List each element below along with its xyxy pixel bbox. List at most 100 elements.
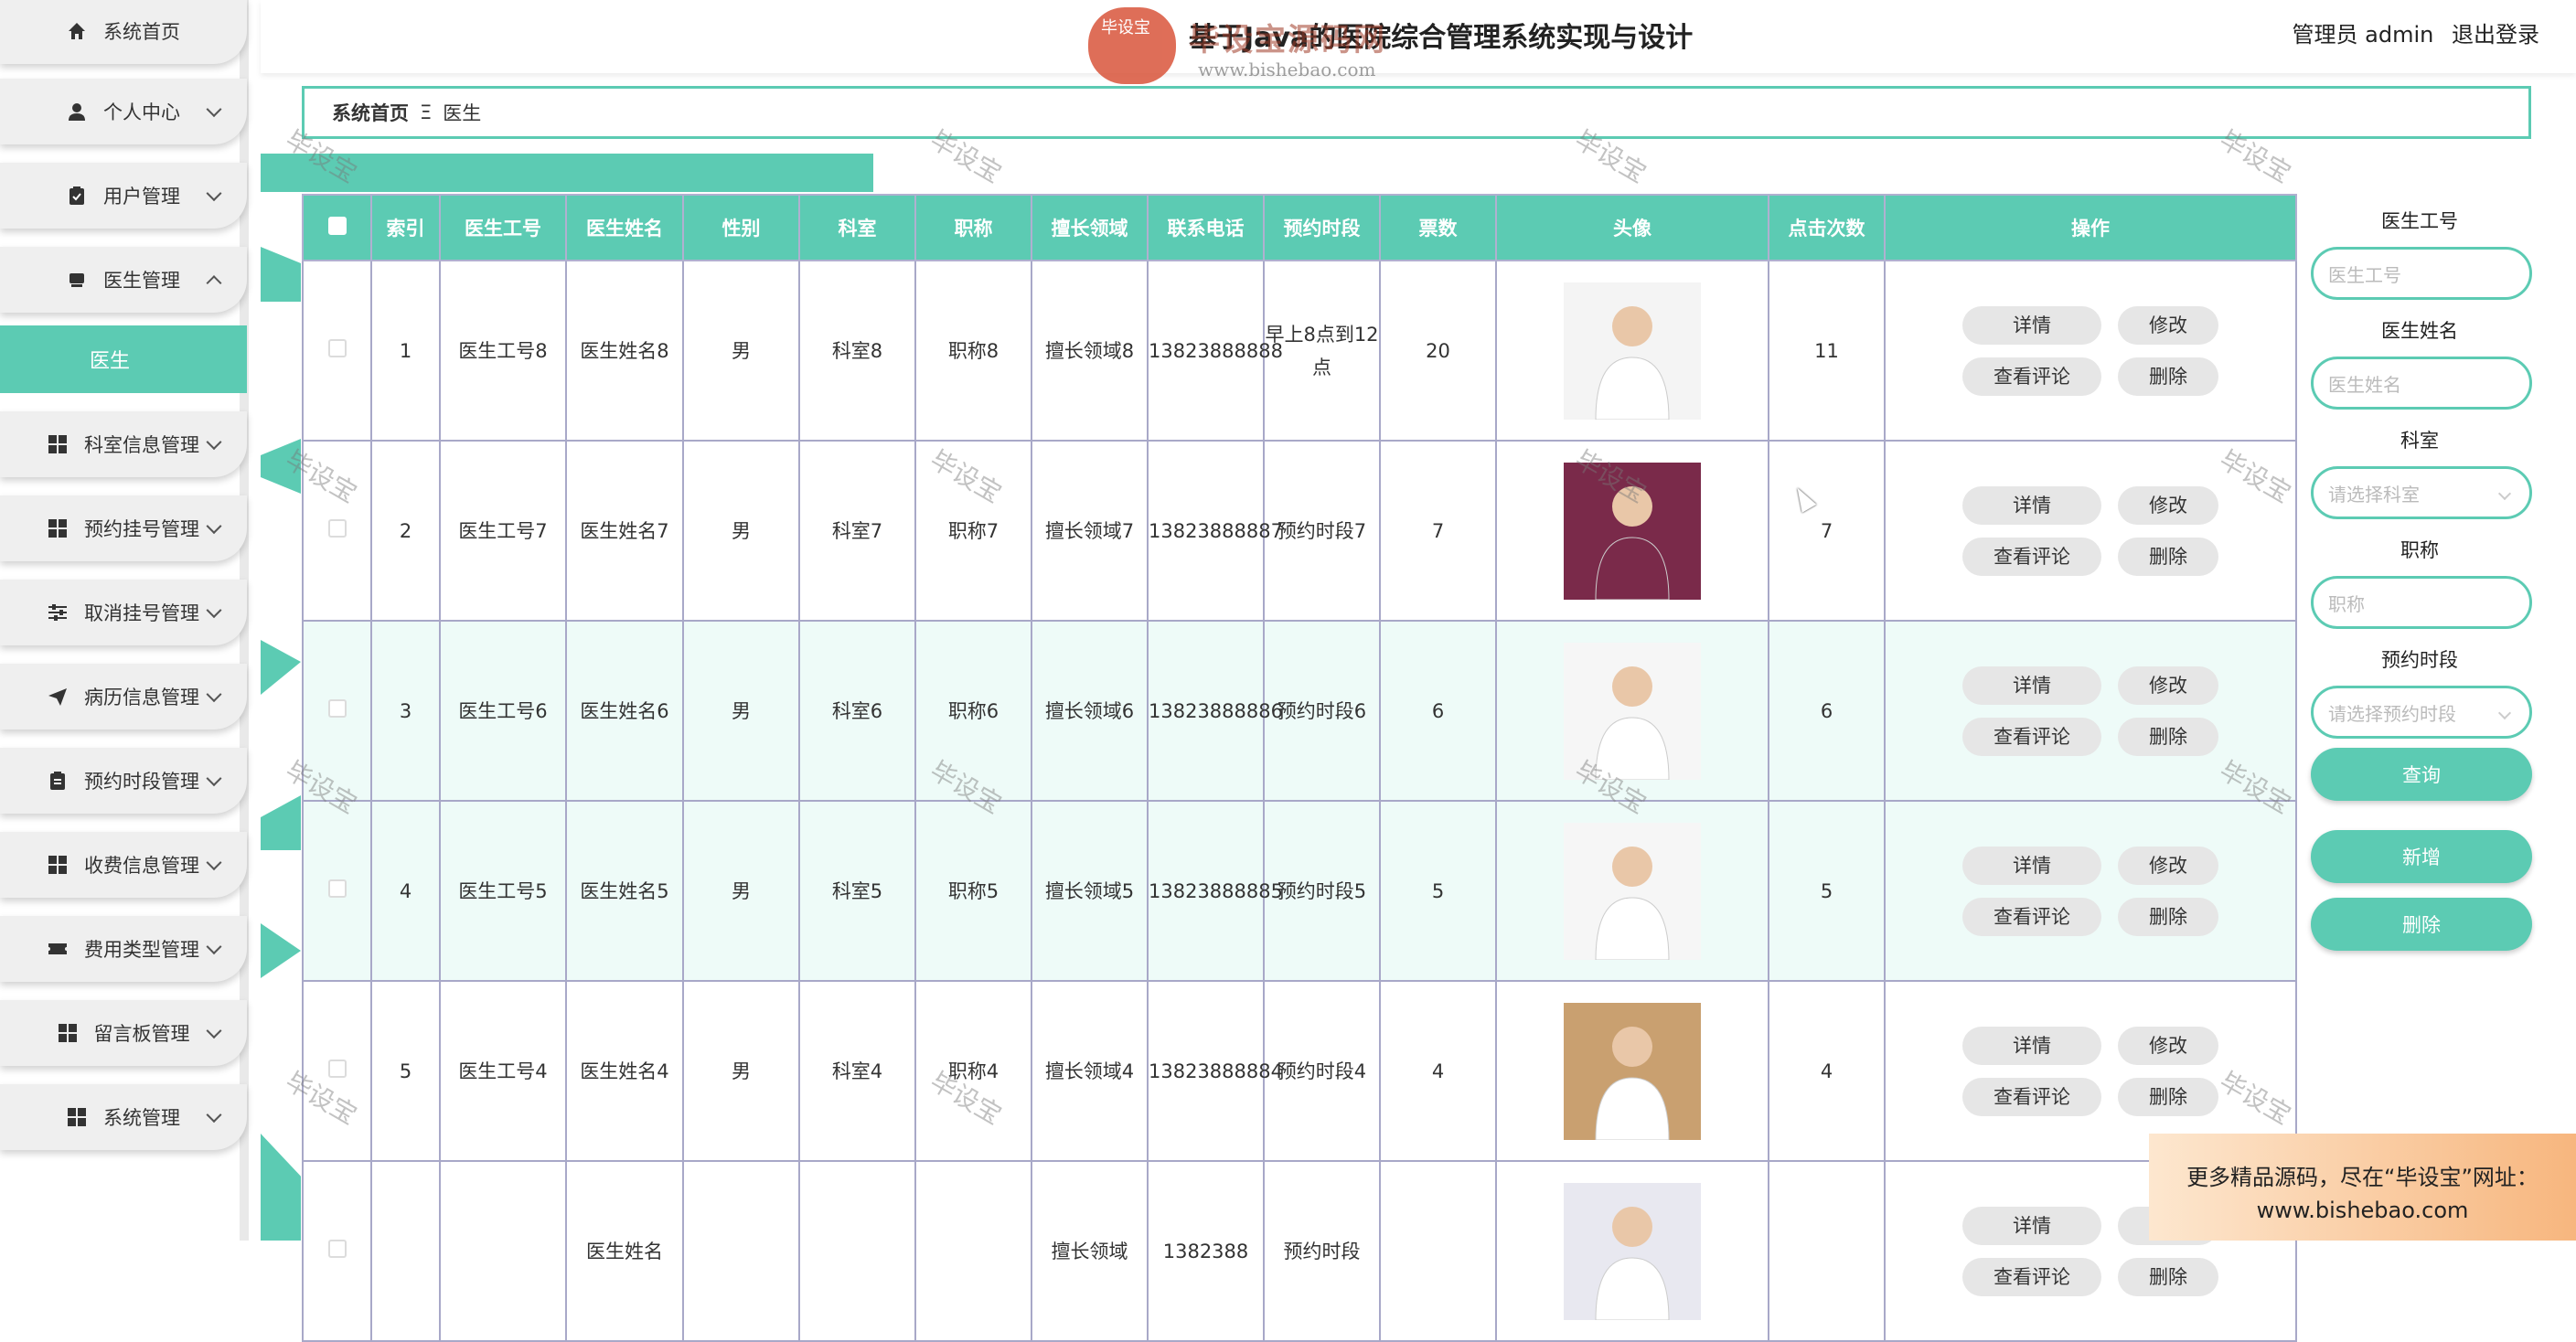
sidebar-item-cancellations[interactable]: 取消挂号管理: [0, 580, 247, 645]
sidebar-item-label: 收费信息管理: [84, 855, 199, 877]
doctor-name-input[interactable]: 医生姓名: [2311, 357, 2532, 410]
cell-dept: 科室4: [798, 980, 916, 1162]
grid-icon: [48, 434, 68, 454]
delete-button[interactable]: 删除: [2118, 1257, 2218, 1296]
detail-button[interactable]: 详情: [1962, 1206, 2101, 1245]
edit-button[interactable]: 修改: [2118, 846, 2218, 885]
chevron-down-icon: [206, 434, 222, 451]
table-row: 4 医生工号5 医生姓名5 男科室5 职称5 擅长领域5 13823888885 预约时段5 5…: [302, 800, 2297, 982]
cell-phone: 13823888888: [1147, 260, 1283, 442]
cell-avatar: [1495, 980, 1769, 1162]
cell-dept: [798, 1160, 916, 1342]
table-header: 职称: [914, 194, 1032, 261]
cell-id: 医生工号6: [439, 620, 567, 802]
edit-button[interactable]: 修改: [2118, 1026, 2218, 1065]
view-comments-button[interactable]: 查看评论: [1962, 1257, 2101, 1296]
cell-clicks: 4: [1768, 980, 1886, 1162]
sidebar-item-billing[interactable]: 收费信息管理: [0, 832, 247, 898]
sidebar-item-timeslots[interactable]: 预约时段管理: [0, 748, 247, 814]
edit-button[interactable]: 修改: [2118, 666, 2218, 705]
batch-delete-button[interactable]: 删除: [2311, 898, 2532, 951]
query-button[interactable]: 查询: [2311, 748, 2532, 801]
cell-title: [914, 1160, 1032, 1342]
sliders-icon: [48, 602, 68, 623]
sidebar-item-departments[interactable]: 科室信息管理: [0, 411, 247, 477]
delete-button[interactable]: 删除: [2118, 537, 2218, 576]
select-all-checkbox[interactable]: [327, 216, 347, 235]
row-checkbox[interactable]: [327, 879, 347, 898]
sidebar-item-messages[interactable]: 留言板管理: [0, 1000, 247, 1066]
cell-field: 擅长领域: [1031, 1160, 1149, 1342]
delete-button[interactable]: 删除: [2118, 357, 2218, 396]
doctor-id-input[interactable]: 医生工号: [2311, 247, 2532, 300]
sidebar-item-home[interactable]: 系统首页: [0, 0, 247, 64]
table-header: 医生工号: [439, 194, 567, 261]
row-checkbox[interactable]: [327, 1059, 347, 1078]
promo-line1: 更多精品源码，尽在“毕设宝”网址：: [2186, 1165, 2539, 1190]
cell-field: 擅长领域5: [1031, 800, 1149, 982]
cell-votes: 7: [1379, 440, 1497, 622]
sidebar-item-appointments[interactable]: 预约挂号管理: [0, 495, 247, 561]
cell-clicks: 6: [1768, 620, 1886, 802]
title-input[interactable]: 职称: [2311, 576, 2532, 629]
view-comments-button[interactable]: 查看评论: [1962, 897, 2101, 936]
chevron-down-icon: [2497, 706, 2512, 720]
delete-button[interactable]: 删除: [2118, 1077, 2218, 1116]
detail-button[interactable]: 详情: [1962, 485, 2101, 525]
logout-link[interactable]: 退出登录: [2452, 22, 2539, 48]
cell-name: 医生姓名: [565, 1160, 684, 1342]
sidebar-item-doctors[interactable]: 医生管理: [0, 247, 247, 313]
row-select[interactable]: [302, 260, 372, 442]
slot-label: 预约时段: [2381, 649, 2458, 671]
detail-button[interactable]: 详情: [1962, 846, 2101, 885]
sidebar-item-users[interactable]: 用户管理: [0, 163, 247, 229]
sidebar-item-label: 科室信息管理: [84, 434, 199, 456]
watermark-logo-title: 毕设宝源码网: [1189, 22, 1386, 59]
watermark-logo: 毕设宝: [1088, 7, 1176, 84]
cell-id: 医生工号5: [439, 800, 567, 982]
row-checkbox[interactable]: [327, 698, 347, 718]
view-comments-button[interactable]: 查看评论: [1962, 1077, 2101, 1116]
home-icon: [67, 21, 87, 41]
row-checkbox[interactable]: [327, 518, 347, 538]
detail-button[interactable]: 详情: [1962, 1026, 2101, 1065]
cell-dept: 科室7: [798, 440, 916, 622]
doctor-icon: [67, 270, 87, 290]
cell-field: 擅长领域4: [1031, 980, 1149, 1162]
chevron-down-icon: [206, 1023, 222, 1039]
header-select-all[interactable]: [302, 194, 372, 261]
doctor-avatar: [1564, 1182, 1701, 1320]
doctor-id-placeholder: 医生工号: [2328, 263, 2401, 286]
delete-button[interactable]: 删除: [2118, 717, 2218, 756]
detail-button[interactable]: 详情: [1962, 305, 2101, 345]
row-checkbox[interactable]: [327, 338, 347, 357]
sidebar-subitem-doctor[interactable]: 医生: [0, 325, 247, 393]
sidebar-item-system[interactable]: 系统管理: [0, 1084, 247, 1150]
sidebar-item-records[interactable]: 病历信息管理: [0, 664, 247, 730]
cell-title: 职称4: [914, 980, 1032, 1162]
sidebar-item-fee-types[interactable]: 费用类型管理: [0, 916, 247, 982]
cell-avatar: [1495, 1160, 1769, 1342]
breadcrumb-home[interactable]: 系统首页: [332, 99, 409, 126]
view-comments-button[interactable]: 查看评论: [1962, 357, 2101, 396]
edit-button[interactable]: 修改: [2118, 485, 2218, 525]
delete-button[interactable]: 删除: [2118, 897, 2218, 936]
cell-id: 医生工号7: [439, 440, 567, 622]
table-row: 3 医生工号6 医生姓名6 男科室6 职称6 擅长领域6 13823888886 预约时段6 6…: [302, 620, 2297, 802]
sidebar-item-label: 个人中心: [103, 101, 180, 123]
detail-button[interactable]: 详情: [1962, 666, 2101, 705]
add-button[interactable]: 新增: [2311, 830, 2532, 883]
cell-phone: 13823888884: [1147, 980, 1283, 1162]
cell-slot: 预约时段6: [1263, 620, 1381, 802]
edit-button[interactable]: 修改: [2118, 305, 2218, 345]
view-comments-button[interactable]: 查看评论: [1962, 537, 2101, 576]
slot-select[interactable]: 请选择预约时段: [2311, 686, 2532, 739]
sidebar-item-profile[interactable]: 个人中心: [0, 79, 247, 144]
view-comments-button[interactable]: 查看评论: [1962, 717, 2101, 756]
dept-select[interactable]: 请选择科室: [2311, 466, 2532, 519]
row-select[interactable]: [302, 1160, 372, 1342]
row-select[interactable]: [302, 800, 372, 982]
row-checkbox[interactable]: [327, 1239, 347, 1258]
watermark-logo-text: 毕设宝: [1101, 18, 1150, 37]
cell-name: 医生姓名7: [565, 440, 684, 622]
